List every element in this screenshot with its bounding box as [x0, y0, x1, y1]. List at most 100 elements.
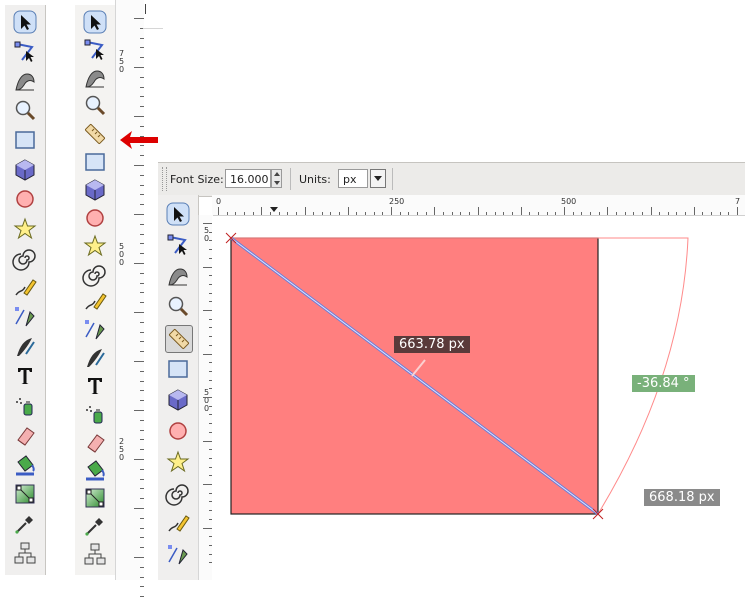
zoom-icon [15, 100, 36, 120]
eraser-tool-button[interactable] [12, 422, 38, 448]
units-select[interactable]: px [338, 169, 368, 188]
text-tool-button[interactable] [82, 373, 108, 399]
ruler-tick [486, 212, 488, 215]
spiral-icon [12, 249, 36, 271]
text-tool-button[interactable] [12, 363, 38, 389]
spiral-tool-button[interactable] [12, 245, 38, 271]
eraser-tool-button[interactable] [82, 429, 108, 455]
pencil-tool-button[interactable] [12, 275, 38, 301]
spiral-icon [165, 484, 189, 506]
ruler-tick [140, 223, 144, 225]
ruler-tick [140, 331, 144, 333]
calligraphy-icon [87, 349, 105, 367]
paint-bucket-tool-button[interactable] [82, 457, 108, 483]
ruler-tick [140, 468, 144, 470]
3dbox-icon [15, 158, 35, 181]
diagonal-length-label: 663.78 px [394, 336, 470, 353]
gradient-tool-button[interactable] [12, 481, 38, 507]
rect-tool-button[interactable] [82, 149, 108, 175]
spiral-tool-button[interactable] [82, 261, 108, 287]
calligraphy-tool-button[interactable] [82, 345, 108, 371]
pencil-tool-button[interactable] [165, 511, 191, 537]
ruler-label: 500 [561, 197, 577, 206]
circle-tool-button[interactable] [12, 186, 38, 212]
ruler-tick [451, 212, 453, 215]
ruler-tick [728, 212, 730, 215]
ruler-tick [304, 207, 306, 215]
ruler-tick [140, 547, 144, 549]
connector-tool-button[interactable] [12, 540, 38, 566]
ruler-tick [140, 429, 144, 431]
font-size-spinner[interactable] [271, 169, 282, 188]
spiral-tool-button[interactable] [165, 480, 191, 506]
pencil-tool-button[interactable] [82, 289, 108, 315]
tweak-icon [85, 70, 105, 88]
text-icon [18, 368, 32, 384]
star-tool-button[interactable] [12, 216, 38, 242]
tweak-tool-button[interactable] [165, 263, 191, 289]
calligraphy-tool-button[interactable] [12, 334, 38, 360]
ruler-tick [140, 106, 144, 108]
ruler-tick [140, 57, 144, 59]
ruler-tick [140, 292, 144, 294]
node-tool-button[interactable] [165, 232, 191, 258]
ruler-tick [667, 212, 669, 215]
ruler-tick [226, 212, 228, 215]
tweak-tool-button[interactable] [12, 68, 38, 94]
tweak-tool-button[interactable] [82, 65, 108, 91]
circle-tool-button[interactable] [165, 418, 191, 444]
dropper-tool-button[interactable] [12, 511, 38, 537]
measure-tool-button[interactable] [82, 121, 108, 147]
separator [392, 168, 393, 190]
spray-tool-button[interactable] [82, 401, 108, 427]
zoom-tool-button[interactable] [82, 93, 108, 119]
star-tool-button[interactable] [165, 449, 191, 475]
ruler-tick [140, 86, 144, 88]
zoom-tool-button[interactable] [12, 98, 38, 124]
pen-tool-button[interactable] [82, 317, 108, 343]
ruler-tick [321, 212, 323, 215]
ruler-tick [615, 212, 617, 215]
ruler-tick [134, 67, 144, 68]
ruler-tick [261, 207, 263, 215]
drawing-canvas[interactable]: 663.78 px -36.84 ° 668.18 px [212, 216, 745, 580]
ruler-tick [140, 155, 144, 157]
selector-tool-button[interactable] [82, 9, 108, 35]
selector-tool-button[interactable] [12, 9, 38, 35]
circle-tool-button[interactable] [82, 205, 108, 231]
connector-tool-button[interactable] [82, 541, 108, 567]
spray-tool-button[interactable] [12, 393, 38, 419]
paint-bucket-tool-button[interactable] [12, 452, 38, 478]
ruler-label: 2 5 0 [118, 437, 125, 462]
node-icon [14, 41, 34, 62]
star-icon [83, 234, 107, 257]
dropper-tool-button[interactable] [82, 513, 108, 539]
pen-tool-button[interactable] [12, 304, 38, 330]
top-ruler-stub [143, 0, 163, 30]
ruler-tick [252, 212, 254, 215]
ruler-tick [719, 212, 721, 215]
spray-icon [16, 397, 33, 415]
pen-tool-button[interactable] [165, 542, 191, 568]
measure-tool-button[interactable] [165, 325, 193, 353]
rect-tool-button[interactable] [12, 127, 38, 153]
selector-tool-button[interactable] [165, 201, 191, 227]
gradient-tool-button[interactable] [82, 485, 108, 511]
3dbox-tool-button[interactable] [12, 157, 38, 183]
ruler-tick [140, 586, 144, 588]
3dbox-tool-button[interactable] [165, 387, 191, 413]
paint-bucket-icon [86, 460, 105, 481]
font-size-input[interactable]: 16.000 [225, 169, 271, 188]
star-tool-button[interactable] [82, 233, 108, 259]
node-tool-button[interactable] [12, 39, 38, 65]
rect-tool-button[interactable] [165, 356, 191, 382]
3dbox-tool-button[interactable] [82, 177, 108, 203]
tweak-icon [168, 268, 188, 286]
units-dropdown-button[interactable] [370, 169, 386, 188]
connector-icon [84, 543, 106, 565]
connector-icon [14, 542, 36, 564]
grip-handle[interactable] [162, 167, 167, 191]
ruler-tick [140, 47, 144, 49]
node-tool-button[interactable] [82, 37, 108, 63]
zoom-tool-button[interactable] [165, 294, 191, 320]
